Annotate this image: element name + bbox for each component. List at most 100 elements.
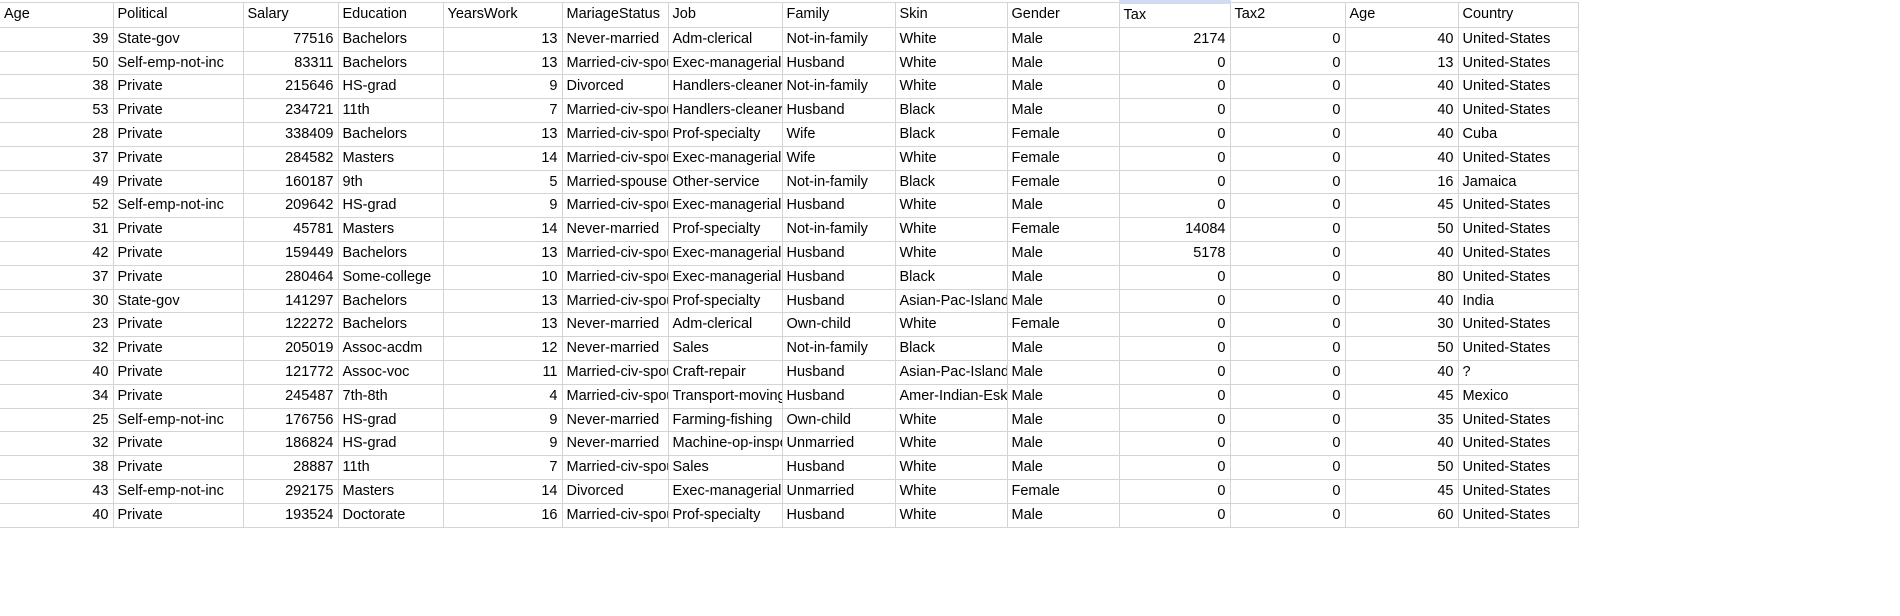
- cell-mariagestatus-5[interactable]: Married-civ-spouse: [562, 98, 669, 123]
- cell-age-0[interactable]: 40: [0, 503, 114, 528]
- cell-education-3[interactable]: HS-grad: [338, 74, 444, 100]
- cell-age-12[interactable]: 40: [1345, 122, 1459, 147]
- cell-yearswork-4[interactable]: 13: [443, 289, 563, 314]
- cell-tax2-11[interactable]: 0: [1230, 360, 1346, 385]
- cell-salary-2[interactable]: 28887: [243, 455, 339, 480]
- table-row[interactable]: 32 Private 205019 Assoc-acdm 12 Never-married…: [0, 336, 1579, 361]
- cell-education-3[interactable]: Assoc-acdm: [338, 336, 444, 361]
- cell-country-13[interactable]: United-States: [1458, 98, 1579, 123]
- cell-skin-8[interactable]: White: [895, 431, 1008, 457]
- cell-gender-9[interactable]: Male: [1007, 98, 1120, 123]
- cell-job-6[interactable]: Exec-managerial: [668, 146, 783, 171]
- cell-age-12[interactable]: 40: [1345, 146, 1459, 171]
- cell-country-13[interactable]: United-States: [1458, 336, 1579, 361]
- column-header-country-13[interactable]: Country: [1458, 1, 1579, 28]
- cell-education-3[interactable]: Bachelors: [338, 312, 444, 338]
- cell-skin-8[interactable]: White: [895, 479, 1008, 504]
- cell-family-7[interactable]: Not-in-family: [782, 336, 896, 361]
- cell-skin-8[interactable]: White: [895, 146, 1008, 171]
- cell-country-13[interactable]: India: [1458, 289, 1579, 314]
- cell-job-6[interactable]: Prof-specialty: [668, 122, 783, 147]
- cell-country-13[interactable]: United-States: [1458, 193, 1579, 219]
- cell-tax-10[interactable]: 0: [1119, 312, 1231, 338]
- cell-education-3[interactable]: Some-college: [338, 265, 444, 290]
- cell-tax2-11[interactable]: 0: [1230, 336, 1346, 361]
- cell-yearswork-4[interactable]: 10: [443, 265, 563, 290]
- cell-tax-10[interactable]: 0: [1119, 336, 1231, 361]
- cell-salary-2[interactable]: 77516: [243, 27, 339, 52]
- cell-gender-9[interactable]: Male: [1007, 193, 1120, 219]
- cell-age-12[interactable]: 13: [1345, 51, 1459, 76]
- cell-mariagestatus-5[interactable]: Married-civ-spouse: [562, 122, 669, 147]
- cell-job-6[interactable]: Exec-managerial: [668, 265, 783, 290]
- cell-country-13[interactable]: United-States: [1458, 217, 1579, 242]
- cell-age-12[interactable]: 40: [1345, 360, 1459, 385]
- cell-mariagestatus-5[interactable]: Never-married: [562, 27, 669, 52]
- cell-age-0[interactable]: 28: [0, 122, 114, 147]
- cell-political-1[interactable]: Private: [113, 74, 244, 100]
- cell-mariagestatus-5[interactable]: Never-married: [562, 312, 669, 338]
- cell-gender-9[interactable]: Male: [1007, 503, 1120, 528]
- cell-gender-9[interactable]: Male: [1007, 408, 1120, 433]
- cell-country-13[interactable]: United-States: [1458, 146, 1579, 171]
- cell-age-0[interactable]: 31: [0, 217, 114, 242]
- cell-age-0[interactable]: 23: [0, 312, 114, 338]
- cell-age-0[interactable]: 34: [0, 384, 114, 409]
- cell-gender-9[interactable]: Male: [1007, 455, 1120, 480]
- cell-tax2-11[interactable]: 0: [1230, 408, 1346, 433]
- column-header-mariagestatus-5[interactable]: MariageStatus: [562, 1, 669, 28]
- cell-country-13[interactable]: United-States: [1458, 265, 1579, 290]
- cell-skin-8[interactable]: White: [895, 408, 1008, 433]
- cell-age-12[interactable]: 35: [1345, 408, 1459, 433]
- cell-age-12[interactable]: 40: [1345, 98, 1459, 123]
- cell-tax2-11[interactable]: 0: [1230, 479, 1346, 504]
- cell-political-1[interactable]: Private: [113, 217, 244, 242]
- cell-mariagestatus-5[interactable]: Married-civ-spouse: [562, 241, 669, 266]
- cell-skin-8[interactable]: Asian-Pac-Islander: [895, 360, 1008, 385]
- cell-skin-8[interactable]: White: [895, 217, 1008, 242]
- cell-family-7[interactable]: Husband: [782, 360, 896, 385]
- cell-family-7[interactable]: Wife: [782, 122, 896, 147]
- cell-skin-8[interactable]: White: [895, 241, 1008, 266]
- column-header-gender-9[interactable]: Gender: [1007, 1, 1120, 28]
- cell-tax2-11[interactable]: 0: [1230, 265, 1346, 290]
- cell-gender-9[interactable]: Female: [1007, 479, 1120, 504]
- cell-family-7[interactable]: Not-in-family: [782, 170, 896, 195]
- cell-age-12[interactable]: 50: [1345, 455, 1459, 480]
- table-row[interactable]: 28 Private 338409 Bachelors 13 Married-civ-sp…: [0, 122, 1579, 147]
- cell-family-7[interactable]: Unmarried: [782, 479, 896, 504]
- cell-yearswork-4[interactable]: 14: [443, 146, 563, 171]
- cell-country-13[interactable]: United-States: [1458, 503, 1579, 528]
- cell-education-3[interactable]: Bachelors: [338, 122, 444, 147]
- cell-age-12[interactable]: 40: [1345, 431, 1459, 457]
- cell-mariagestatus-5[interactable]: Married-civ-spouse: [562, 503, 669, 528]
- cell-age-0[interactable]: 50: [0, 51, 114, 76]
- cell-skin-8[interactable]: White: [895, 51, 1008, 76]
- cell-job-6[interactable]: Prof-specialty: [668, 217, 783, 242]
- cell-country-13[interactable]: United-States: [1458, 312, 1579, 338]
- cell-job-6[interactable]: Prof-specialty: [668, 503, 783, 528]
- cell-gender-9[interactable]: Male: [1007, 289, 1120, 314]
- cell-age-0[interactable]: 40: [0, 360, 114, 385]
- cell-yearswork-4[interactable]: 13: [443, 312, 563, 338]
- cell-age-12[interactable]: 50: [1345, 336, 1459, 361]
- table-row[interactable]: 40 Private 193524 Doctorate 16 Married-civ-sp…: [0, 503, 1579, 528]
- cell-mariagestatus-5[interactable]: Never-married: [562, 217, 669, 242]
- cell-education-3[interactable]: 7th-8th: [338, 384, 444, 409]
- cell-tax-10[interactable]: 0: [1119, 146, 1231, 171]
- table-row[interactable]: 37Private284582Masters14Married-civ-spou…: [0, 146, 1579, 171]
- cell-country-13[interactable]: Cuba: [1458, 122, 1579, 147]
- cell-age-12[interactable]: 40: [1345, 27, 1459, 52]
- cell-age-0[interactable]: 38: [0, 74, 114, 100]
- cell-tax2-11[interactable]: 0: [1230, 384, 1346, 409]
- column-header-yearswork-4[interactable]: YearsWork: [443, 1, 563, 28]
- cell-skin-8[interactable]: Black: [895, 170, 1008, 195]
- table-row[interactable]: 23 Private 122272 Bachelors 13 Never-married A…: [0, 312, 1579, 338]
- cell-age-12[interactable]: 45: [1345, 384, 1459, 409]
- cell-age-12[interactable]: 45: [1345, 193, 1459, 219]
- cell-yearswork-4[interactable]: 13: [443, 27, 563, 52]
- cell-tax-10[interactable]: 0: [1119, 360, 1231, 385]
- cell-salary-2[interactable]: 176756: [243, 408, 339, 433]
- cell-gender-9[interactable]: Male: [1007, 265, 1120, 290]
- cell-tax-10[interactable]: 0: [1119, 193, 1231, 219]
